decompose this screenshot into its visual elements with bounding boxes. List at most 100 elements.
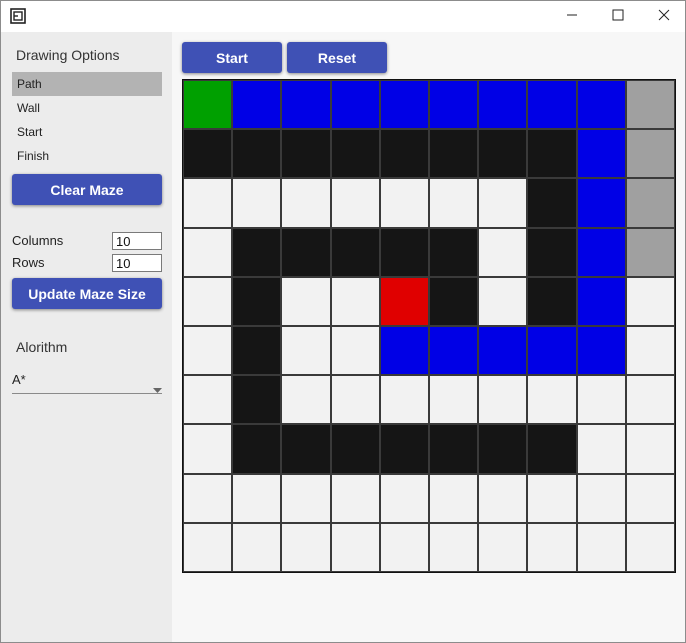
maze-cell-path[interactable]	[576, 178, 626, 228]
maze-cell-empty[interactable]	[625, 326, 675, 376]
maze-cell-empty[interactable]	[232, 522, 282, 572]
maze-cell-wall[interactable]	[232, 129, 282, 179]
maze-cell-empty[interactable]	[527, 473, 577, 523]
maze-cell-wall[interactable]	[232, 227, 282, 277]
maze-cell-empty[interactable]	[330, 326, 380, 376]
columns-input[interactable]	[112, 232, 162, 250]
maze-cell-wall[interactable]	[281, 424, 331, 474]
maze-cell-path[interactable]	[478, 80, 528, 130]
maze-cell-empty[interactable]	[281, 276, 331, 326]
maze-cell-empty[interactable]	[429, 473, 479, 523]
maze-cell-empty[interactable]	[379, 375, 429, 425]
maze-cell-wall[interactable]	[527, 227, 577, 277]
maze-cell-empty[interactable]	[330, 178, 380, 228]
maze-cell-path[interactable]	[576, 227, 626, 277]
maze-cell-empty[interactable]	[625, 522, 675, 572]
minimize-button[interactable]	[549, 1, 595, 32]
maze-cell-wall[interactable]	[232, 326, 282, 376]
maze-cell-empty[interactable]	[281, 473, 331, 523]
maze-cell-empty[interactable]	[379, 473, 429, 523]
maze-cell-empty[interactable]	[183, 326, 233, 376]
maze-cell-wall[interactable]	[527, 129, 577, 179]
maze-cell-path[interactable]	[379, 80, 429, 130]
maze-cell-wall[interactable]	[478, 129, 528, 179]
maze-cell-wall[interactable]	[379, 129, 429, 179]
maze-cell-empty[interactable]	[379, 522, 429, 572]
maze-cell-empty[interactable]	[576, 424, 626, 474]
maze-cell-empty[interactable]	[576, 375, 626, 425]
maze-cell-empty[interactable]	[183, 178, 233, 228]
maze-cell-empty[interactable]	[281, 522, 331, 572]
maze-cell-path[interactable]	[429, 326, 479, 376]
maze-cell-path[interactable]	[576, 80, 626, 130]
maze-grid[interactable]	[182, 79, 676, 573]
maze-cell-path[interactable]	[330, 80, 380, 130]
maze-cell-wall[interactable]	[527, 276, 577, 326]
maze-cell-empty[interactable]	[330, 473, 380, 523]
maze-cell-empty[interactable]	[625, 473, 675, 523]
maze-cell-empty[interactable]	[232, 473, 282, 523]
maze-cell-empty[interactable]	[625, 375, 675, 425]
maze-cell-empty[interactable]	[330, 522, 380, 572]
maze-cell-wall[interactable]	[232, 276, 282, 326]
maze-cell-wall[interactable]	[281, 227, 331, 277]
maze-cell-empty[interactable]	[478, 375, 528, 425]
maze-cell-path[interactable]	[527, 326, 577, 376]
maze-cell-empty[interactable]	[183, 276, 233, 326]
maze-cell-wall[interactable]	[330, 424, 380, 474]
option-start[interactable]: Start	[12, 120, 162, 144]
option-path[interactable]: Path	[12, 72, 162, 96]
maze-cell-empty[interactable]	[183, 375, 233, 425]
maze-cell-wall[interactable]	[281, 129, 331, 179]
maze-cell-wall[interactable]	[478, 424, 528, 474]
maze-cell-path[interactable]	[379, 326, 429, 376]
maze-cell-empty[interactable]	[232, 178, 282, 228]
start-button[interactable]: Start	[182, 42, 282, 73]
maze-cell-wall[interactable]	[527, 424, 577, 474]
maze-cell-empty[interactable]	[281, 375, 331, 425]
maze-cell-empty[interactable]	[478, 178, 528, 228]
rows-input[interactable]	[112, 254, 162, 272]
maze-cell-empty[interactable]	[429, 522, 479, 572]
maze-cell-empty[interactable]	[330, 375, 380, 425]
maze-cell-wall[interactable]	[183, 129, 233, 179]
update-maze-size-button[interactable]: Update Maze Size	[12, 278, 162, 309]
maze-cell-empty[interactable]	[625, 276, 675, 326]
maze-cell-wall[interactable]	[527, 178, 577, 228]
maze-cell-empty[interactable]	[527, 522, 577, 572]
maze-cell-path[interactable]	[478, 326, 528, 376]
maze-cell-path[interactable]	[232, 80, 282, 130]
maze-cell-empty[interactable]	[478, 276, 528, 326]
maximize-button[interactable]	[595, 1, 641, 32]
maze-cell-empty[interactable]	[527, 375, 577, 425]
maze-cell-wall[interactable]	[232, 424, 282, 474]
maze-cell-empty[interactable]	[576, 473, 626, 523]
maze-cell-empty[interactable]	[429, 375, 479, 425]
maze-cell-start[interactable]	[183, 80, 233, 130]
maze-cell-visited[interactable]	[625, 129, 675, 179]
maze-cell-empty[interactable]	[379, 178, 429, 228]
maze-cell-visited[interactable]	[625, 80, 675, 130]
maze-cell-finish[interactable]	[379, 276, 429, 326]
clear-maze-button[interactable]: Clear Maze	[12, 174, 162, 205]
maze-cell-wall[interactable]	[379, 227, 429, 277]
maze-cell-empty[interactable]	[281, 326, 331, 376]
maze-cell-wall[interactable]	[330, 227, 380, 277]
maze-cell-wall[interactable]	[429, 129, 479, 179]
maze-cell-empty[interactable]	[429, 178, 479, 228]
close-button[interactable]	[641, 1, 685, 32]
maze-cell-empty[interactable]	[625, 424, 675, 474]
maze-cell-visited[interactable]	[625, 227, 675, 277]
option-finish[interactable]: Finish	[12, 144, 162, 168]
maze-cell-visited[interactable]	[625, 178, 675, 228]
maze-cell-path[interactable]	[576, 276, 626, 326]
maze-cell-empty[interactable]	[478, 522, 528, 572]
maze-cell-wall[interactable]	[379, 424, 429, 474]
maze-cell-empty[interactable]	[183, 522, 233, 572]
maze-cell-empty[interactable]	[183, 424, 233, 474]
maze-cell-path[interactable]	[576, 129, 626, 179]
maze-cell-wall[interactable]	[429, 276, 479, 326]
algorithm-select[interactable]: A*	[12, 369, 162, 394]
maze-cell-empty[interactable]	[478, 227, 528, 277]
maze-cell-empty[interactable]	[183, 473, 233, 523]
